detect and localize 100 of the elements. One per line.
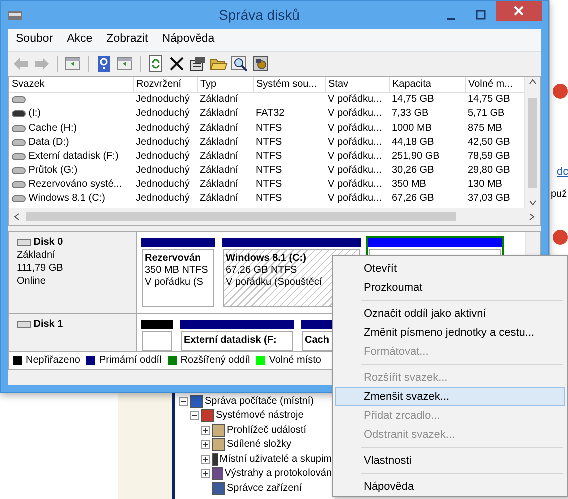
table-cell-text: Jednoduchý — [135, 192, 191, 206]
settings-icon[interactable] — [252, 55, 270, 74]
app-icon — [7, 8, 23, 22]
disk-name: Disk 1 — [34, 318, 64, 332]
removable-drive-icon — [12, 110, 26, 118]
disk-name: Disk 0 — [34, 236, 64, 250]
table-cell-text: 350 MB — [391, 178, 428, 192]
table-cell-text: NTFS — [255, 192, 284, 206]
tree-item[interactable]: Sdílené složky — [227, 437, 292, 452]
table-cell-text: 251,90 GB — [391, 150, 441, 164]
table-cell-text: Jednoduchý — [135, 178, 191, 192]
drive-icon — [12, 181, 26, 190]
menu-item[interactable]: Změnit písmeno jednotky a cestu... — [335, 323, 565, 342]
menu-item[interactable]: Vlastnosti — [335, 451, 565, 470]
table-cell-text: V pořádku... — [327, 136, 383, 150]
expand-toggle-icon[interactable] — [201, 426, 210, 435]
table-cell-text: NTFS — [255, 136, 284, 150]
tree-node-icon — [212, 482, 225, 495]
table-cell-text: Základní — [199, 164, 240, 178]
table-cell-text: V pořádku... — [327, 122, 383, 136]
close-button[interactable] — [496, 1, 542, 21]
properties-icon[interactable] — [189, 55, 207, 74]
scroll-down-icon[interactable] — [528, 198, 538, 208]
text-fragment: puž — [551, 188, 568, 202]
window-title: Správa disků — [218, 6, 301, 25]
partition-info: 67,26 GB NTFS — [226, 265, 298, 278]
table-cell-text: Jednoduchý — [135, 150, 191, 164]
column-header[interactable]: Typ — [197, 77, 253, 93]
scroll-left-icon[interactable] — [12, 212, 22, 222]
partition[interactable]: Externí datadisk (F: — [181, 331, 293, 352]
table-cell-text: 875 MB — [467, 122, 504, 136]
tree-node-icon — [201, 409, 214, 422]
table-cell-text: Základní — [199, 122, 240, 136]
pane-icon[interactable] — [64, 55, 82, 74]
menu-item[interactable]: Zmenšit svazek... — [335, 387, 565, 406]
table-cell: (I:) — [28, 107, 41, 122]
menu-item[interactable]: Akce — [67, 31, 93, 48]
table-cell-text: Jednoduchý — [135, 136, 191, 150]
expand-toggle-icon[interactable] — [201, 469, 210, 478]
tree-item[interactable]: Systémové nástroje — [216, 408, 304, 424]
table-cell-text: Základní — [199, 136, 240, 150]
table-cell-text: 7,33 GB — [391, 107, 430, 122]
table-cell-text: NTFS — [255, 150, 284, 164]
close-icon — [514, 6, 524, 16]
legend-label: Volné místo — [269, 354, 322, 368]
column-header[interactable]: Svazek — [9, 77, 133, 93]
expand-toggle-icon[interactable] — [201, 440, 210, 450]
table-cell-text: 130 MB — [467, 178, 504, 192]
collapse-toggle-icon[interactable] — [190, 411, 199, 420]
vertical-scrollbar[interactable] — [524, 77, 540, 208]
help-icon[interactable] — [95, 55, 113, 74]
menu-item[interactable]: Nápověda — [162, 31, 215, 48]
table-cell-text: 37,03 GB — [467, 192, 512, 206]
table-cell-text: 67,26 GB — [391, 192, 436, 206]
menu-item[interactable]: Soubor — [16, 31, 54, 48]
pane-icon[interactable] — [116, 55, 134, 74]
tree-item[interactable]: Prohlížeč událostí — [227, 422, 306, 438]
tree-item[interactable]: Místní uživatelé a skupim — [220, 452, 332, 467]
menu-item[interactable]: Nápověda — [335, 477, 565, 496]
refresh-icon[interactable] — [147, 55, 165, 74]
tree-item[interactable]: Správa počítače (místní) — [205, 394, 314, 409]
partition-title: Externí datadisk (F: — [184, 335, 278, 348]
table-cell-text: Základní — [199, 150, 240, 164]
menu-item[interactable]: Zobrazit — [106, 31, 148, 48]
disk-info: 111,79 GB — [17, 262, 64, 276]
table-cell-text: V pořádku... — [327, 150, 383, 164]
tree-item[interactable]: Výstrahy a protokolován — [224, 466, 332, 482]
partition-title: Rezervován — [145, 253, 202, 266]
partition-info: V pořádku (Spouštěcí — [226, 277, 324, 290]
table-cell-text: V pořádku... — [327, 192, 383, 206]
collapse-toggle-icon[interactable] — [179, 396, 188, 406]
delete-icon[interactable] — [168, 55, 186, 74]
column-header[interactable]: Systém sou... — [253, 77, 325, 93]
table-cell-text: 78,59 GB — [467, 150, 512, 164]
table-cell: 14,75 GB — [465, 92, 524, 108]
magnifier-icon[interactable] — [231, 55, 249, 74]
table-cell-text: Základní — [199, 178, 240, 192]
drive-icon — [12, 195, 26, 204]
scroll-right-icon[interactable] — [527, 212, 537, 222]
table-cell-text: NTFS — [255, 164, 284, 178]
table-cell-text: 5,71 GB — [467, 107, 506, 122]
tree-item[interactable]: Správce zařízení — [227, 480, 302, 496]
table-cell-text: Základní — [199, 192, 240, 206]
column-header[interactable]: Stav — [325, 77, 389, 93]
table-cell: Externí datadisk (F:) — [28, 150, 119, 164]
drive-icon — [12, 167, 26, 176]
column-header[interactable]: Rozvržení — [133, 77, 197, 93]
table-cell-text: Základní — [199, 107, 240, 122]
disk-info: Online — [17, 275, 47, 288]
table-cell: Cache (H:) — [28, 122, 78, 136]
maximize-icon[interactable] — [476, 10, 486, 20]
link[interactable]: dc — [557, 164, 568, 180]
partition[interactable]: Rezervován 350 MB NTFS V pořádku (S — [142, 249, 214, 308]
table-cell-text: V pořádku... — [327, 178, 383, 192]
legend-label: Primární oddíl — [99, 354, 162, 368]
table-cell: Jednoduchý — [133, 92, 197, 108]
expand-toggle-icon[interactable] — [201, 454, 210, 464]
horizontal-scrollbar[interactable] — [9, 208, 540, 226]
table-cell: Rezervováno systé... — [28, 178, 122, 192]
column-header[interactable]: Kapacita — [389, 77, 465, 93]
